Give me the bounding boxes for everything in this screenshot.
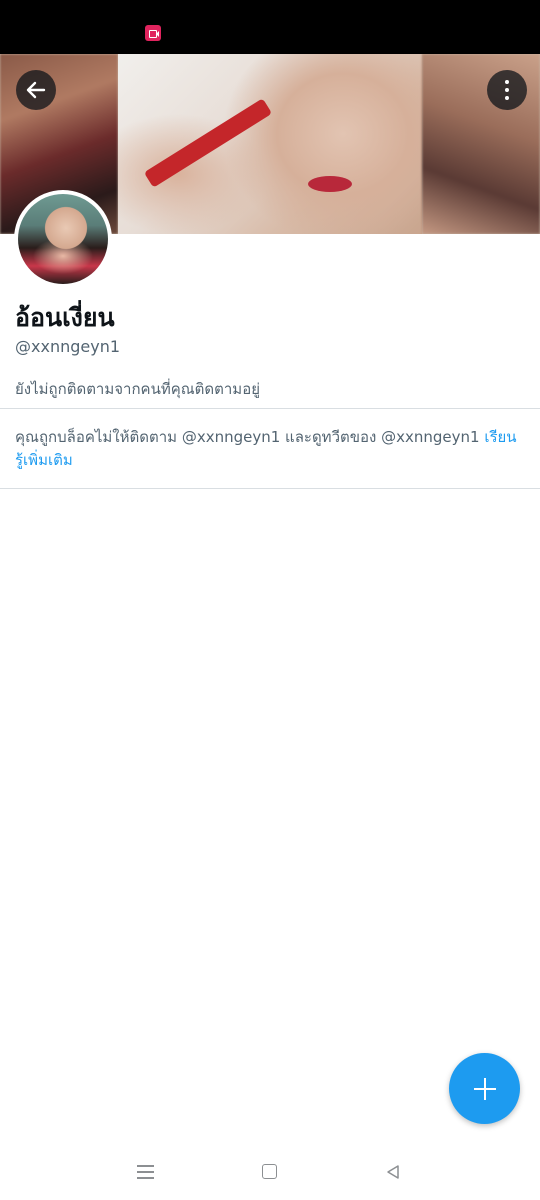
status-bar: [0, 0, 540, 54]
profile-handle: @xxnngeyn1: [15, 337, 121, 356]
back-triangle-icon[interactable]: [385, 1164, 401, 1180]
blocked-message-text: คุณถูกบล็อคไม่ให้ติดตาม @xxnngeyn1 และดู…: [15, 428, 485, 446]
avatar[interactable]: [14, 190, 112, 288]
plus-icon: [473, 1077, 496, 1100]
blocked-message: คุณถูกบล็อคไม่ให้ติดตาม @xxnngeyn1 และดู…: [15, 426, 520, 472]
compose-tweet-button[interactable]: [449, 1053, 520, 1124]
more-options-button[interactable]: [487, 70, 527, 110]
system-navigation-bar: [0, 1145, 540, 1200]
back-button[interactable]: [16, 70, 56, 110]
banner-detail: [143, 98, 273, 188]
vertical-dots-icon: [505, 80, 509, 100]
screen-record-icon: [145, 25, 161, 41]
divider: [0, 408, 540, 409]
banner-detail: [308, 176, 352, 192]
banner-image-center: [118, 54, 422, 234]
display-name: อ้อนเงี่ยน: [15, 303, 115, 332]
follow-context-note: ยังไม่ถูกติดตามจากคนที่คุณติดตามอยู่: [15, 380, 260, 398]
menu-icon[interactable]: [137, 1165, 154, 1179]
avatar-image: [18, 194, 108, 284]
home-square-icon[interactable]: [262, 1164, 277, 1179]
arrow-left-icon: [26, 81, 46, 99]
divider: [0, 488, 540, 489]
